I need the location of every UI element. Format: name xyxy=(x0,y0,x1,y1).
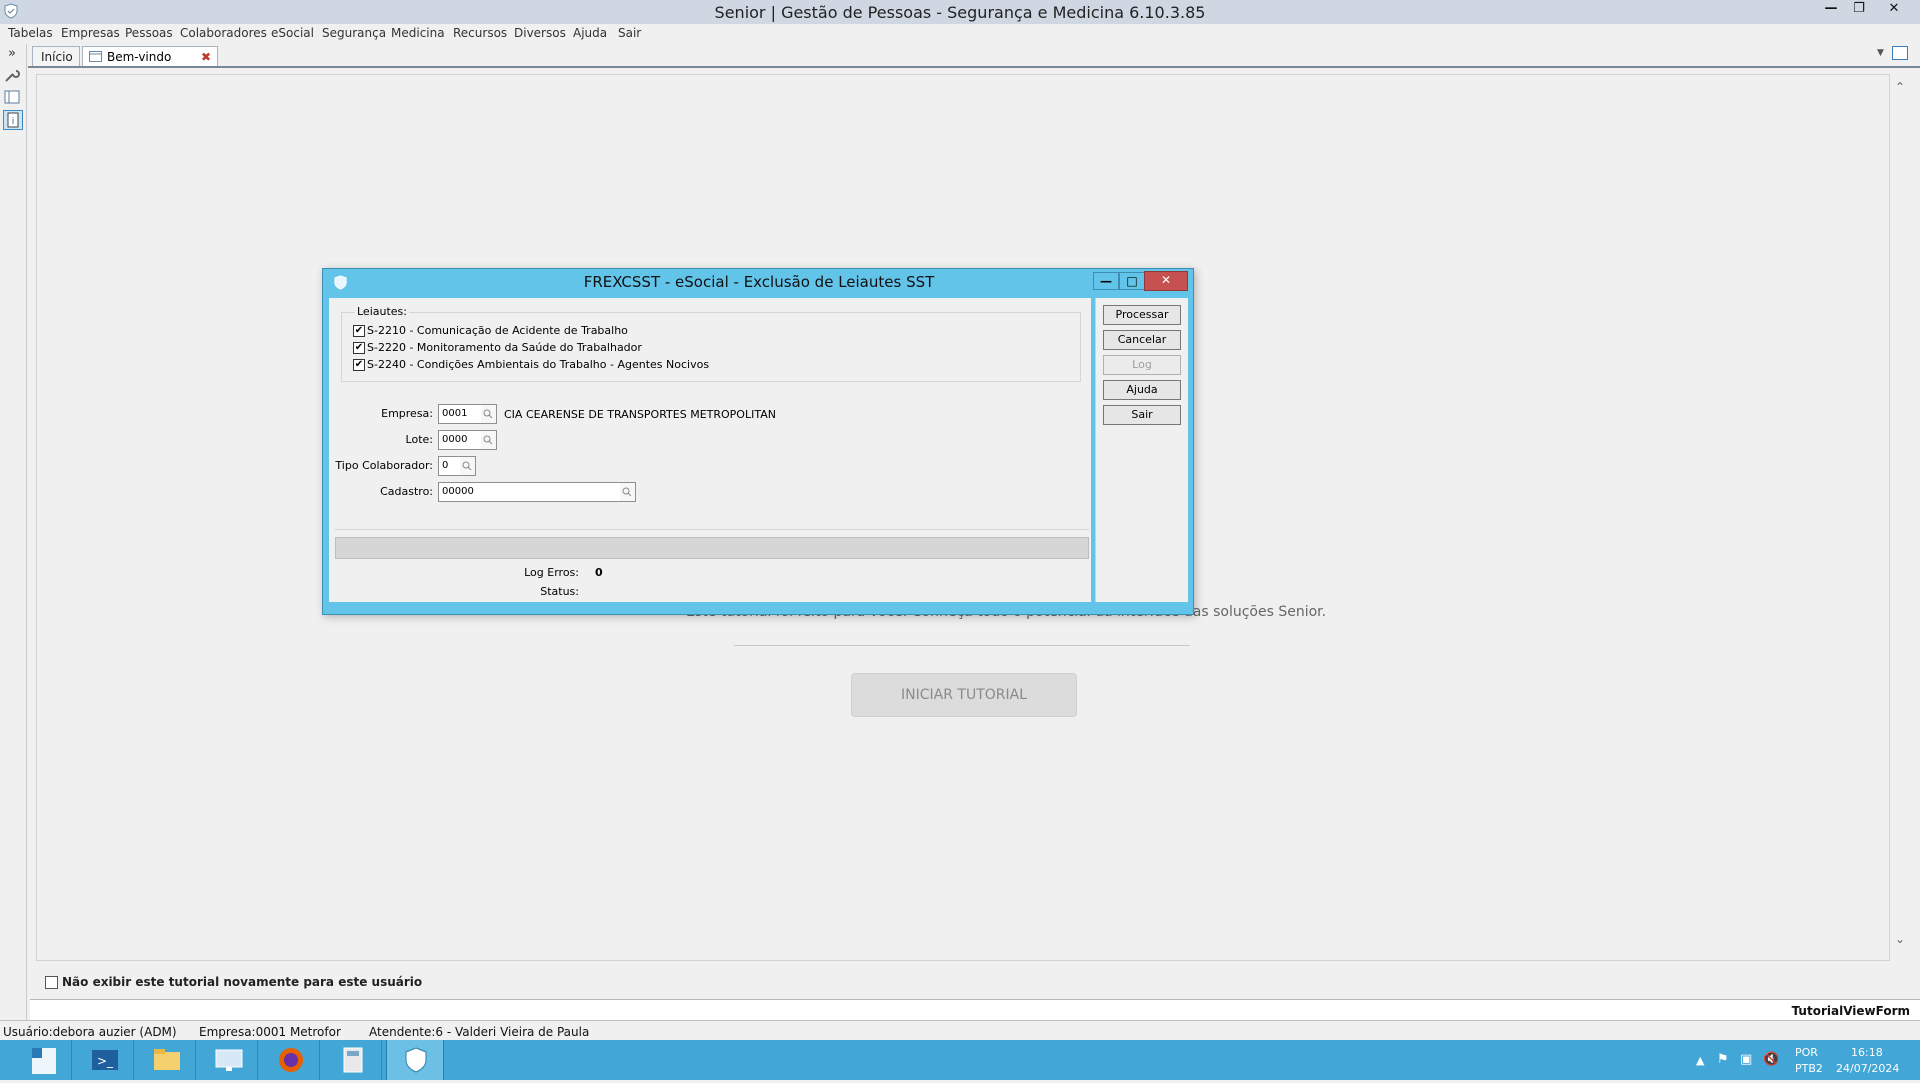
layout-s2240-label: S-2240 - Condições Ambientais do Trabalh… xyxy=(367,358,710,371)
keyboard-layout-indicator[interactable]: PTB2 xyxy=(1795,1062,1823,1075)
layout-s2210-checkbox[interactable]: ✔ xyxy=(353,325,365,337)
minimize-icon[interactable]: — xyxy=(1817,0,1845,20)
menu-tabelas[interactable]: Tabelas xyxy=(8,26,53,40)
left-toolbar: » i xyxy=(0,44,27,1034)
close-tab-icon[interactable]: ✖ xyxy=(201,47,211,67)
menu-bar: Tabelas Empresas Pessoas Colaboradores e… xyxy=(0,24,1920,44)
log-errors-value: 0 xyxy=(595,566,603,579)
tab-inicio[interactable]: Início xyxy=(32,46,80,66)
volume-muted-icon[interactable]: 🔇 xyxy=(1763,1052,1779,1067)
tab-list-chevron-icon[interactable]: ▼ xyxy=(1877,48,1884,58)
server-manager-icon[interactable] xyxy=(14,1040,72,1080)
log-errors-label: Log Erros: xyxy=(524,566,579,579)
window-title: Senior | Gestão de Pessoas - Segurança e… xyxy=(714,3,1206,22)
dialog-close-icon[interactable]: ✕ xyxy=(1144,271,1188,291)
status-user: Usuário:debora auzier (ADM) xyxy=(3,1025,177,1039)
layout-s2210-label: S-2210 - Comunicação de Acidente de Trab… xyxy=(367,324,628,337)
layout-s2220-label: S-2220 - Monitoramento da Saúde do Traba… xyxy=(367,341,642,354)
tipo-colaborador-search-icon[interactable] xyxy=(460,456,476,476)
tab-bem-vindo[interactable]: Bem-vindo ✖ xyxy=(82,46,218,66)
language-indicator[interactable]: POR xyxy=(1795,1046,1818,1059)
status-company: Empresa:0001 Metrofor xyxy=(199,1025,341,1039)
tab-bem-vindo-label: Bem-vindo xyxy=(107,50,172,64)
empresa-search-icon[interactable] xyxy=(481,404,497,424)
menu-sair[interactable]: Sair xyxy=(618,26,641,40)
dialog-maximize-icon[interactable]: □ xyxy=(1119,272,1145,290)
hide-tutorial-label: Não exibir este tutorial novamente para … xyxy=(62,975,423,989)
tab-divider xyxy=(28,66,1920,68)
lote-label: Lote: xyxy=(405,433,433,446)
clock-time[interactable]: 16:18 xyxy=(1851,1046,1883,1059)
restore-icon[interactable]: ❐ xyxy=(1845,0,1873,20)
senior-app-icon[interactable] xyxy=(386,1040,444,1080)
tipo-colaborador-label: Tipo Colaborador: xyxy=(335,459,433,472)
clock-date[interactable]: 24/07/2024 xyxy=(1836,1062,1899,1075)
dialog-title: FREXCSST - eSocial - Exclusão de Leiaute… xyxy=(583,273,935,291)
maximize-tab-icon[interactable] xyxy=(1892,46,1908,60)
layout-s2220-checkbox[interactable]: ✔ xyxy=(353,342,365,354)
menu-empresas[interactable]: Empresas xyxy=(61,26,120,40)
status-bar: Usuário:debora auzier (ADM) Empresa:0001… xyxy=(0,1020,1920,1041)
menu-colaboradores[interactable]: Colaboradores xyxy=(180,26,267,40)
empresa-name: CIA CEARENSE DE TRANSPORTES METROPOLITAN xyxy=(504,408,776,421)
cadastro-search-icon[interactable] xyxy=(620,482,636,502)
flag-icon[interactable]: ⚑ xyxy=(1717,1052,1729,1067)
log-button[interactable]: Log xyxy=(1103,355,1181,375)
tipo-colaborador-input[interactable]: 0 xyxy=(438,456,461,476)
info-panel-icon[interactable]: i xyxy=(3,110,23,130)
progress-bar xyxy=(335,537,1089,559)
lote-input[interactable]: 0000 xyxy=(438,430,482,450)
form-tab-icon xyxy=(89,51,102,62)
firefox-icon[interactable] xyxy=(262,1040,320,1080)
divider xyxy=(734,645,1190,646)
layout-s2240-checkbox[interactable]: ✔ xyxy=(353,359,365,371)
ajuda-button[interactable]: Ajuda xyxy=(1103,380,1181,400)
file-explorer-icon[interactable] xyxy=(138,1040,196,1080)
hide-tutorial-checkbox[interactable] xyxy=(45,976,58,989)
form-name: TutorialViewForm xyxy=(1791,1004,1910,1018)
tray-expand-icon[interactable]: ▲ xyxy=(1696,1054,1704,1067)
close-icon[interactable]: ✕ xyxy=(1880,0,1908,20)
menu-diversos[interactable]: Diversos xyxy=(514,26,566,40)
menu-seguranca[interactable]: Segurança xyxy=(322,26,386,40)
cadastro-input[interactable]: 00000 xyxy=(438,482,621,502)
expand-panel-icon[interactable]: » xyxy=(3,46,21,64)
lote-search-icon[interactable] xyxy=(481,430,497,450)
menu-ajuda[interactable]: Ajuda xyxy=(573,26,607,40)
menu-recursos[interactable]: Recursos xyxy=(453,26,507,40)
menu-medicina[interactable]: Medicina xyxy=(391,26,445,40)
calculator-icon[interactable] xyxy=(324,1040,382,1080)
title-bar: Senior | Gestão de Pessoas - Segurança e… xyxy=(0,0,1920,25)
leiautes-group-title: Leiautes: xyxy=(355,305,409,318)
scroll-down-icon[interactable]: ⌄ xyxy=(1888,932,1912,948)
menu-esocial[interactable]: eSocial xyxy=(271,26,314,40)
dialog-minimize-icon[interactable]: — xyxy=(1093,272,1119,290)
sair-button[interactable]: Sair xyxy=(1103,405,1181,425)
tab-strip: Início Bem-vindo ✖ ▼ xyxy=(28,44,1920,68)
svg-text:>_: >_ xyxy=(97,1054,114,1068)
powershell-icon[interactable]: >_ xyxy=(76,1040,134,1080)
dialog-separator xyxy=(335,529,1089,530)
scroll-up-icon[interactable]: ⌃ xyxy=(1888,80,1912,96)
empresa-input[interactable]: 0001 xyxy=(438,404,482,424)
wrench-icon[interactable] xyxy=(3,66,21,84)
exclusao-leiautes-dialog: FREXCSST - eSocial - Exclusão de Leiaute… xyxy=(322,268,1194,615)
layout-icon[interactable] xyxy=(3,88,21,106)
remote-desktop-icon[interactable] xyxy=(200,1040,258,1080)
status-label: Status: xyxy=(540,585,579,598)
menu-pessoas[interactable]: Pessoas xyxy=(125,26,173,40)
start-tutorial-button[interactable]: INICIAR TUTORIAL xyxy=(851,673,1077,717)
status-attendant: Atendente:6 - Valderi Vieira de Paula xyxy=(369,1025,590,1039)
taskbar: >_ ▲ ⚑ ▣ 🔇 POR PTB2 16:18 24/07/2024 xyxy=(0,1040,1920,1080)
svg-text:i: i xyxy=(12,117,15,127)
cancelar-button[interactable]: Cancelar xyxy=(1103,330,1181,350)
form-name-bar: TutorialViewForm xyxy=(30,999,1920,1021)
empresa-label: Empresa: xyxy=(381,407,433,420)
cadastro-label: Cadastro: xyxy=(380,485,433,498)
network-icon[interactable]: ▣ xyxy=(1740,1052,1752,1067)
processar-button[interactable]: Processar xyxy=(1103,305,1181,325)
